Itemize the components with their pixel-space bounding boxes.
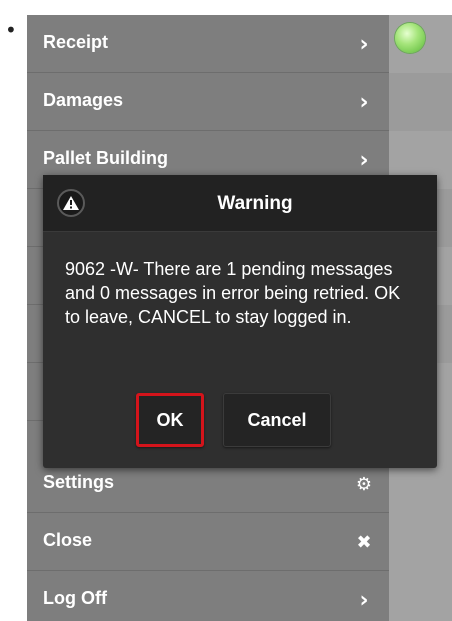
close-icon: ✖ [356,531,372,553]
ok-button[interactable]: OK [136,393,204,447]
dialog-title: Warning [217,193,293,214]
chevron-right-icon: › [359,587,369,613]
gear-icon: ⚙ [355,473,373,495]
menu-item-label: Close [43,530,93,550]
bullet-point: • [5,18,17,42]
menu-item-label: Log Off [43,588,107,608]
menu-item-label: Receipt [43,32,109,52]
cancel-button[interactable]: Cancel [223,393,331,447]
dialog-header: Warning [43,175,437,232]
menu-item-damages[interactable]: Damages › [27,73,389,131]
menu-item-label: Pallet Building [43,148,169,168]
warning-dialog: Warning 9062 -W- There are 1 pending mes… [43,175,437,468]
chevron-right-icon: › [359,31,369,57]
menu-item-label: Damages [43,90,124,110]
chevron-right-icon: › [359,147,369,173]
menu-item-close[interactable]: Close ✖ [27,513,389,571]
chevron-right-icon: › [359,89,369,115]
connection-status-indicator [395,23,425,53]
device-screen: Receipt › Damages › Pallet Building › Se… [27,15,452,621]
menu-item-label: Settings [43,472,115,492]
menu-item-log-off[interactable]: Log Off › [27,571,389,621]
dialog-message: 9062 -W- There are 1 pending messages an… [65,259,401,327]
menu-item-receipt[interactable]: Receipt › [27,15,389,73]
